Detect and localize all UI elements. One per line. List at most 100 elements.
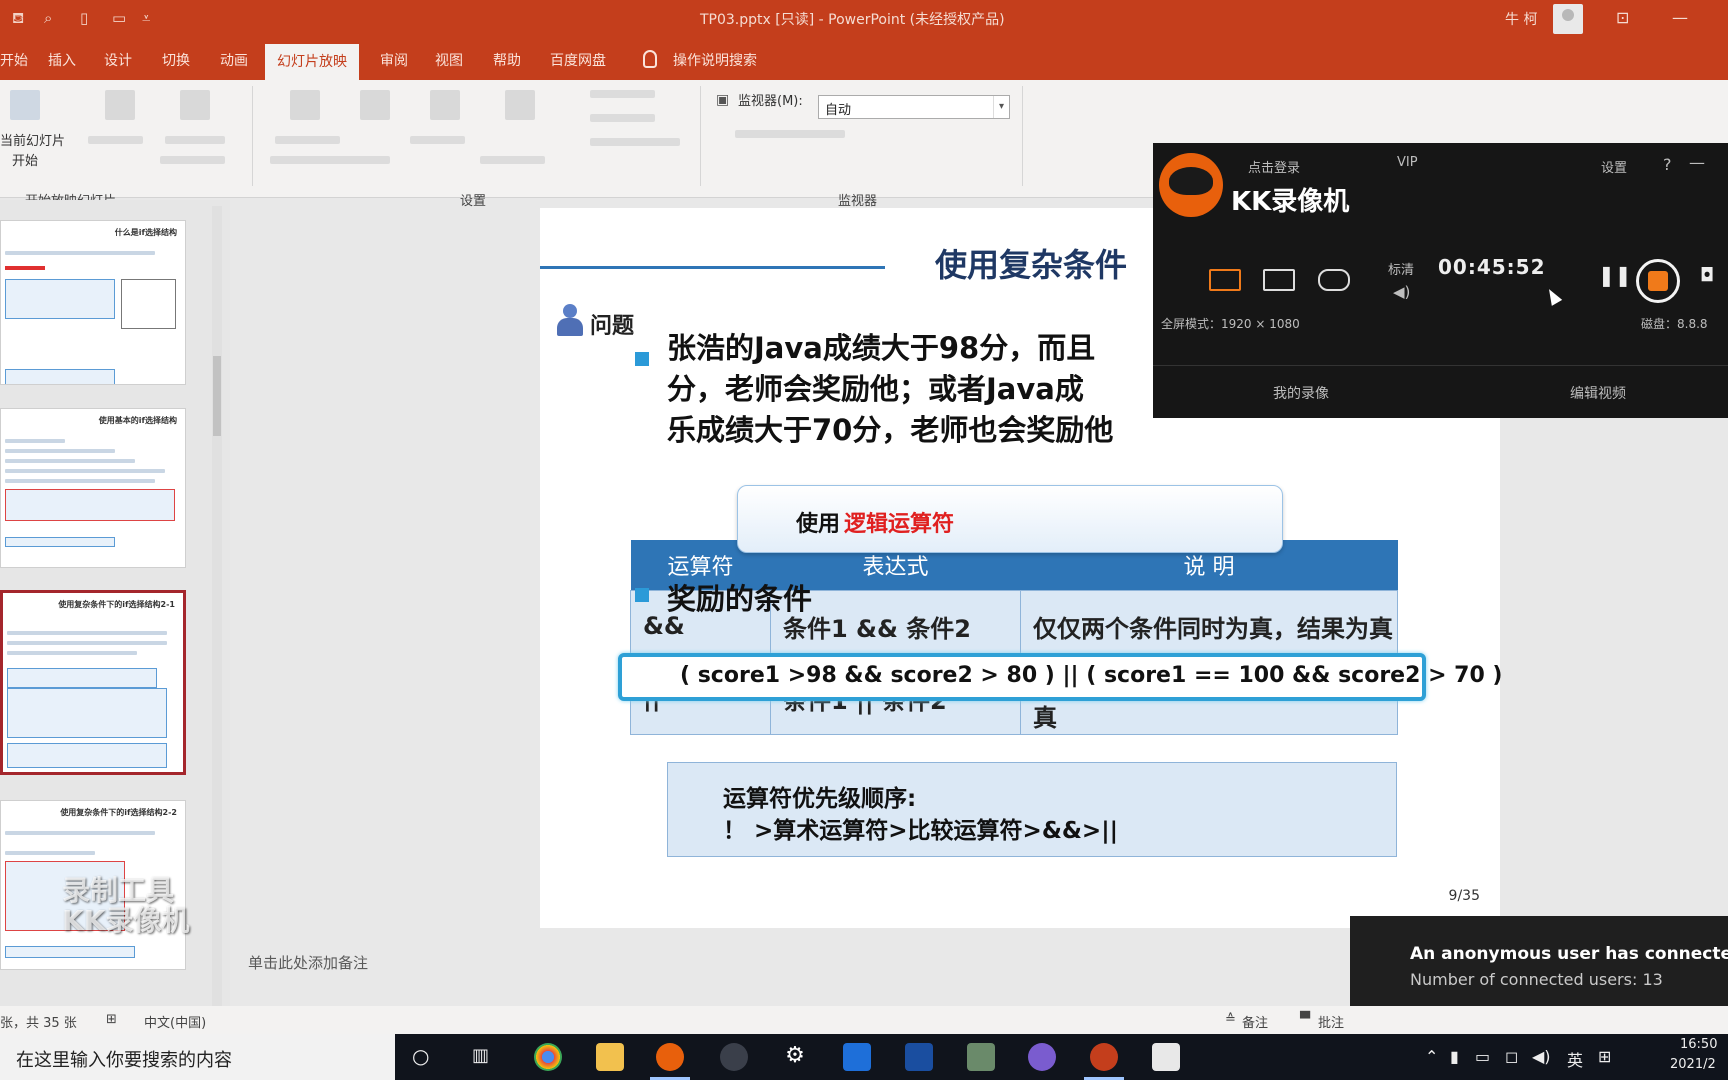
intellij-icon[interactable] [905, 1043, 933, 1071]
tell-me-search[interactable]: 操作说明搜索 [673, 50, 757, 70]
file-explorer-icon[interactable] [596, 1043, 624, 1071]
kk-brand: KK录像机 [1231, 187, 1350, 217]
taskbar-search[interactable]: 在这里输入你要搜索的内容 [0, 1034, 395, 1080]
stop-record-button[interactable] [1636, 259, 1680, 303]
camera-icon[interactable]: ◘ [1700, 265, 1714, 286]
slideshow-qa-icon[interactable]: ⛾ [12, 9, 24, 29]
clock-date[interactable]: 2021/2 [1670, 1057, 1716, 1072]
custom-show-icon [180, 90, 210, 120]
task-view-icon[interactable]: ▥ [472, 1045, 489, 1066]
powerpoint-icon[interactable] [1090, 1043, 1118, 1071]
monitor-select[interactable]: 自动 ▾ [818, 95, 1010, 119]
from-current-label-2[interactable]: 开始 [12, 150, 38, 169]
thumbnail-scrollbar[interactable] [212, 206, 222, 1006]
display-icon[interactable]: ◻ [1505, 1047, 1518, 1066]
mic-icon[interactable]: ▮ [1450, 1047, 1459, 1066]
browser-icon[interactable] [1028, 1043, 1056, 1071]
tab-review[interactable]: 审阅 [380, 50, 408, 70]
taskbar: 在这里输入你要搜索的内容 ○ ▥ ⚙ ⌃ ▮ ▭ ◻ ◀) 英 ⊞ 16:50 … [0, 1034, 1728, 1080]
ribbon-tabs: 开始 插入 设计 切换 动画 幻灯片放映 审阅 视图 帮助 百度网盘 操作说明搜… [0, 38, 1728, 80]
ribbon-display-icon[interactable]: ⊡ [1616, 8, 1629, 27]
minimize-icon[interactable]: — [1672, 8, 1688, 27]
ime-mode-icon[interactable]: ⊞ [1598, 1047, 1611, 1066]
new-qa-icon[interactable]: ▯ [80, 9, 88, 27]
chevron-down-icon: ▾ [993, 96, 1009, 118]
network-icon[interactable]: ▭ [1475, 1047, 1490, 1066]
clock-time[interactable]: 16:50 [1680, 1037, 1717, 1052]
save-qa-icon[interactable]: ▭ [112, 9, 126, 27]
notes-button[interactable]: 备注 [1242, 1012, 1268, 1031]
cortana-icon[interactable]: ○ [412, 1044, 429, 1068]
kk-recorder-window: 点击登录 VIP 设置 ? — KK录像机 标清 ◀) 00:45:52 ❚❚ … [1153, 143, 1728, 418]
fullscreen-mode-icon[interactable] [1209, 269, 1241, 291]
customize-qa-icon[interactable]: ⩡ [142, 9, 150, 27]
award-label: 奖励的条件 [667, 582, 813, 616]
bullet-icon [635, 352, 649, 366]
tab-help[interactable]: 帮助 [493, 50, 521, 70]
avatar[interactable] [1553, 4, 1583, 34]
kk-recorder-icon[interactable] [656, 1043, 684, 1071]
tab-baidu-netdisk[interactable]: 百度网盘 [550, 50, 606, 70]
logic-operator-callout: 使用 逻辑运算符 [737, 485, 1283, 553]
kk-settings[interactable]: 设置 [1601, 157, 1627, 176]
tab-slideshow[interactable]: 幻灯片放映 [265, 44, 359, 80]
logic-highlight: 逻辑运算符 [844, 512, 955, 537]
notification-title: An anonymous user has connected [1410, 944, 1728, 964]
scroll-thumb[interactable] [213, 356, 221, 436]
quality-label[interactable]: 标清 [1388, 259, 1414, 278]
help-icon[interactable]: ? [1663, 155, 1672, 174]
priority-order: ！ >算术运算符>比较运算符>&&>|| [723, 818, 1119, 844]
person-icon [554, 304, 584, 338]
watermark-line: 录制工具 [62, 874, 175, 907]
gamepad-icon[interactable] [1318, 269, 1350, 291]
accessibility-icon[interactable]: ⊞ [106, 1012, 117, 1027]
settings-gear-icon[interactable]: ⚙ [781, 1043, 809, 1071]
region-mode-icon[interactable] [1263, 269, 1295, 291]
language-indicator[interactable]: 中文(中国) [144, 1012, 206, 1031]
mail-icon[interactable] [843, 1043, 871, 1071]
tray-expand-icon[interactable]: ⌃ [1425, 1047, 1438, 1066]
kk-vip[interactable]: VIP [1397, 155, 1418, 170]
slide-thumbnail[interactable]: 什么是if选择结构 [0, 220, 186, 385]
notepad-icon[interactable] [1152, 1043, 1180, 1071]
notification-body: Number of connected users: 13 [1410, 970, 1663, 989]
slide-thumbnail[interactable]: 使用基本的if选择结构 [0, 408, 186, 568]
thumbnail-title: 使用复杂条件下的if选择结构2-2 [60, 808, 177, 817]
ime-indicator[interactable]: 英 [1567, 1047, 1583, 1071]
tab-transitions[interactable]: 切换 [162, 50, 190, 70]
rehearse-icon [430, 90, 460, 120]
chrome-icon[interactable] [534, 1043, 562, 1071]
preview-qa-icon[interactable]: ⌕ [44, 9, 52, 27]
tab-insert[interactable]: 插入 [48, 50, 76, 70]
page-number: 9/35 [1448, 888, 1480, 904]
tab-home[interactable]: 开始 [0, 50, 28, 70]
group-monitors: 监视器 [838, 194, 878, 209]
priority-box: 运算符优先级顺序: ！ >算术运算符>比较运算符>&&>|| [667, 762, 1397, 857]
user-name[interactable]: 牛 柯 [1505, 9, 1537, 29]
slide-thumbnail-selected[interactable]: 使用复杂条件下的if选择结构2-1 [0, 590, 186, 775]
minimize-icon[interactable]: — [1689, 153, 1705, 172]
my-recordings-button[interactable]: 我的录像 [1273, 383, 1329, 403]
notes-placeholder[interactable]: 单击此处添加备注 [248, 952, 368, 973]
volume-icon[interactable]: ◀) [1532, 1047, 1551, 1066]
monitor-select-value: 自动 [825, 103, 852, 118]
edit-video-button[interactable]: 编辑视频 [1570, 383, 1626, 403]
tab-view[interactable]: 视图 [435, 50, 463, 70]
group-setup: 设置 [460, 194, 487, 209]
monitor-icon: ▣ [716, 92, 730, 108]
tab-design[interactable]: 设计 [104, 50, 132, 70]
watermark-line: KK录像机 [62, 904, 190, 937]
toast-notification[interactable]: An anonymous user has connected Number o… [1350, 916, 1728, 1016]
from-current-label-1[interactable]: 当前幻灯片 [0, 130, 65, 149]
tab-animations[interactable]: 动画 [220, 50, 248, 70]
hide-slide-icon [360, 90, 390, 120]
comments-icon[interactable]: ▀ [1300, 1012, 1310, 1027]
obs-icon[interactable] [720, 1043, 748, 1071]
comments-button[interactable]: 批注 [1318, 1012, 1344, 1031]
notes-icon[interactable]: ≙ [1225, 1012, 1236, 1027]
speaker-icon[interactable]: ◀) [1393, 283, 1410, 301]
kk-login[interactable]: 点击登录 [1248, 157, 1300, 176]
photos-icon[interactable] [967, 1043, 995, 1071]
pause-icon[interactable]: ❚❚ [1598, 263, 1632, 287]
slide-title: 使用复杂条件 [935, 246, 1128, 284]
